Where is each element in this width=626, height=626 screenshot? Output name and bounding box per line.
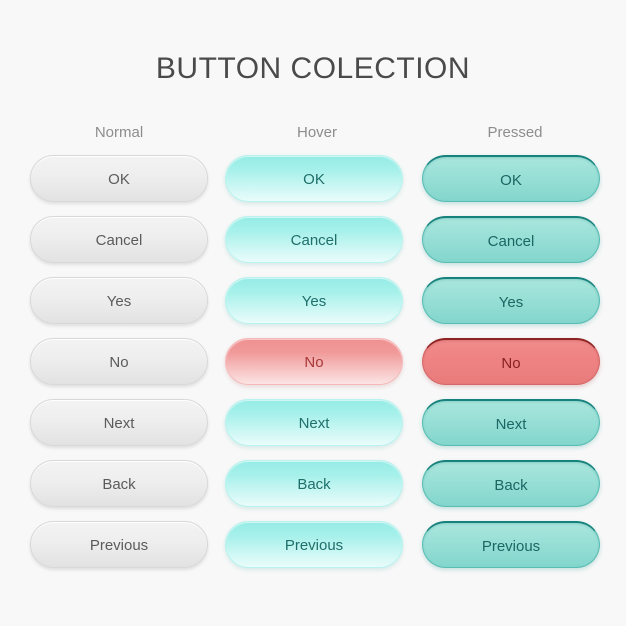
button-label: Next: [103, 415, 135, 432]
button-cell: Next: [225, 399, 403, 446]
button-label: Cancel: [290, 232, 338, 249]
button-cell: Back: [422, 460, 600, 507]
button-cell: OK: [30, 155, 208, 202]
button-row: Back Back Back: [0, 460, 626, 521]
button-cancel-hover[interactable]: Cancel: [225, 216, 403, 263]
button-label: Cancel: [487, 233, 535, 250]
button-next-hover[interactable]: Next: [225, 399, 403, 446]
column-headers: Normal Hover Pressed: [0, 124, 626, 141]
button-cancel-normal[interactable]: Cancel: [30, 216, 208, 263]
button-no-normal[interactable]: No: [30, 338, 208, 385]
button-label: OK: [500, 172, 522, 189]
button-cell: No: [225, 338, 403, 385]
button-cell: Previous: [30, 521, 208, 568]
button-ok-normal[interactable]: OK: [30, 155, 208, 202]
button-cell: Previous: [422, 521, 600, 568]
button-row: Yes Yes Yes: [0, 277, 626, 338]
button-cell: Cancel: [422, 216, 600, 263]
button-cell: Yes: [422, 277, 600, 324]
button-label: Back: [494, 477, 528, 494]
button-previous-pressed[interactable]: Previous: [422, 521, 600, 568]
button-label: Previous: [481, 538, 541, 555]
button-row: Cancel Cancel Cancel: [0, 216, 626, 277]
column-header-pressed: Pressed: [487, 124, 543, 141]
button-cell: No: [30, 338, 208, 385]
button-label: Back: [102, 476, 136, 493]
column-header-normal: Normal: [94, 124, 144, 141]
button-cell: No: [422, 338, 600, 385]
button-label: Cancel: [95, 232, 143, 249]
button-yes-hover[interactable]: Yes: [225, 277, 403, 324]
page-title: BUTTON COLECTION: [155, 52, 471, 85]
button-label: Next: [495, 416, 527, 433]
button-label: Back: [297, 476, 331, 493]
column-header-hover: Hover: [296, 124, 337, 141]
button-row: OK OK OK: [0, 155, 626, 216]
button-label: OK: [303, 171, 325, 188]
button-cell: OK: [225, 155, 403, 202]
button-cell: Back: [30, 460, 208, 507]
button-label: No: [304, 354, 324, 371]
button-label: Previous: [284, 537, 344, 554]
button-cell: Next: [422, 399, 600, 446]
button-cell: Previous: [225, 521, 403, 568]
button-ok-pressed[interactable]: OK: [422, 155, 600, 202]
button-collection-page: BUTTON COLECTION Normal Hover Pressed OK…: [0, 0, 626, 626]
button-next-pressed[interactable]: Next: [422, 399, 600, 446]
button-next-normal[interactable]: Next: [30, 399, 208, 446]
button-cell: OK: [422, 155, 600, 202]
button-label: No: [109, 354, 129, 371]
button-back-pressed[interactable]: Back: [422, 460, 600, 507]
button-row: No No No: [0, 338, 626, 399]
button-cell: Yes: [225, 277, 403, 324]
button-label: Yes: [498, 294, 524, 311]
button-previous-hover[interactable]: Previous: [225, 521, 403, 568]
button-label: Next: [298, 415, 330, 432]
button-back-hover[interactable]: Back: [225, 460, 403, 507]
button-cell: Back: [225, 460, 403, 507]
button-label: OK: [108, 171, 130, 188]
button-cancel-pressed[interactable]: Cancel: [422, 216, 600, 263]
button-row: Next Next Next: [0, 399, 626, 460]
button-yes-pressed[interactable]: Yes: [422, 277, 600, 324]
button-yes-normal[interactable]: Yes: [30, 277, 208, 324]
button-cell: Yes: [30, 277, 208, 324]
button-no-pressed[interactable]: No: [422, 338, 600, 385]
button-ok-hover[interactable]: OK: [225, 155, 403, 202]
button-label: Previous: [89, 537, 149, 554]
button-label: No: [501, 355, 521, 372]
button-row: Previous Previous Previous: [0, 521, 626, 582]
button-cell: Next: [30, 399, 208, 446]
button-back-normal[interactable]: Back: [30, 460, 208, 507]
button-cell: Cancel: [30, 216, 208, 263]
button-previous-normal[interactable]: Previous: [30, 521, 208, 568]
button-label: Yes: [301, 293, 327, 310]
button-cell: Cancel: [225, 216, 403, 263]
button-grid: OK OK OK Cancel Cancel Cancel Yes Yes Yes No No No N…: [0, 155, 626, 582]
button-no-hover[interactable]: No: [225, 338, 403, 385]
button-label: Yes: [106, 293, 132, 310]
